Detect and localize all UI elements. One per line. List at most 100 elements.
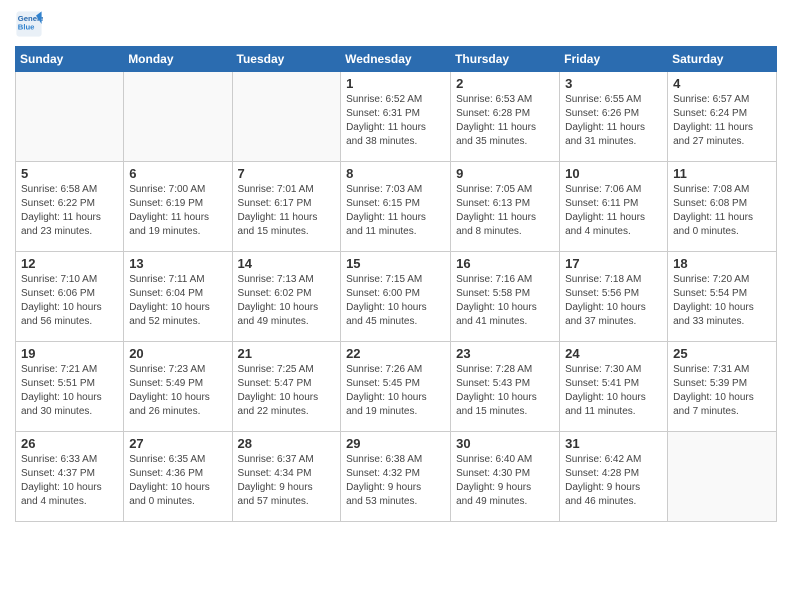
day-info: Sunrise: 7:23 AM Sunset: 5:49 PM Dayligh… <box>129 363 226 419</box>
day-info: Sunrise: 7:26 AM Sunset: 5:45 PM Dayligh… <box>346 363 445 419</box>
weekday-thursday: Thursday <box>451 47 560 72</box>
calendar-cell: 14 Sunrise: 7:13 AM Sunset: 6:02 PM Dayli… <box>232 252 341 342</box>
calendar-cell: 30 Sunrise: 6:40 AM Sunset: 4:30 PM Dayli… <box>451 432 560 522</box>
day-info: Sunrise: 7:05 AM Sunset: 6:13 PM Dayligh… <box>456 183 554 239</box>
calendar-cell <box>232 72 341 162</box>
day-info: Sunrise: 7:18 AM Sunset: 5:56 PM Dayligh… <box>565 273 662 329</box>
day-number: 31 <box>565 436 662 451</box>
day-info: Sunrise: 6:33 AM Sunset: 4:37 PM Dayligh… <box>21 453 118 509</box>
calendar-cell: 7 Sunrise: 7:01 AM Sunset: 6:17 PM Daylig… <box>232 162 341 252</box>
day-info: Sunrise: 7:16 AM Sunset: 5:58 PM Dayligh… <box>456 273 554 329</box>
day-info: Sunrise: 7:25 AM Sunset: 5:47 PM Dayligh… <box>238 363 336 419</box>
calendar-cell: 11 Sunrise: 7:08 AM Sunset: 6:08 PM Dayli… <box>668 162 777 252</box>
calendar-cell <box>124 72 232 162</box>
calendar-table: SundayMondayTuesdayWednesdayThursdayFrid… <box>15 46 777 522</box>
day-number: 25 <box>673 346 771 361</box>
day-number: 16 <box>456 256 554 271</box>
day-info: Sunrise: 7:31 AM Sunset: 5:39 PM Dayligh… <box>673 363 771 419</box>
calendar-cell: 16 Sunrise: 7:16 AM Sunset: 5:58 PM Dayli… <box>451 252 560 342</box>
day-number: 13 <box>129 256 226 271</box>
calendar-cell: 25 Sunrise: 7:31 AM Sunset: 5:39 PM Dayli… <box>668 342 777 432</box>
day-number: 4 <box>673 76 771 91</box>
calendar-cell: 21 Sunrise: 7:25 AM Sunset: 5:47 PM Dayli… <box>232 342 341 432</box>
day-number: 8 <box>346 166 445 181</box>
calendar-cell: 12Sunrise: 7:10 AM Sunset: 6:06 PM Dayli… <box>16 252 124 342</box>
calendar-cell: 13Sunrise: 7:11 AM Sunset: 6:04 PM Dayli… <box>124 252 232 342</box>
day-number: 24 <box>565 346 662 361</box>
logo-area: General Blue <box>15 10 47 38</box>
day-number: 30 <box>456 436 554 451</box>
day-number: 26 <box>21 436 118 451</box>
weekday-sunday: Sunday <box>16 47 124 72</box>
calendar-cell: 28 Sunrise: 6:37 AM Sunset: 4:34 PM Dayli… <box>232 432 341 522</box>
calendar-cell: 2 Sunrise: 6:53 AM Sunset: 6:28 PM Daylig… <box>451 72 560 162</box>
day-info: Sunrise: 6:55 AM Sunset: 6:26 PM Dayligh… <box>565 93 662 149</box>
day-number: 27 <box>129 436 226 451</box>
day-info: Sunrise: 6:52 AM Sunset: 6:31 PM Dayligh… <box>346 93 445 149</box>
day-number: 2 <box>456 76 554 91</box>
calendar-cell: 24 Sunrise: 7:30 AM Sunset: 5:41 PM Dayli… <box>560 342 668 432</box>
calendar-week-2: 5 Sunrise: 6:58 AM Sunset: 6:22 PM Daylig… <box>16 162 777 252</box>
weekday-monday: Monday <box>124 47 232 72</box>
day-info: Sunrise: 7:01 AM Sunset: 6:17 PM Dayligh… <box>238 183 336 239</box>
calendar-cell: 15Sunrise: 7:15 AM Sunset: 6:00 PM Dayli… <box>341 252 451 342</box>
day-number: 17 <box>565 256 662 271</box>
day-number: 10 <box>565 166 662 181</box>
day-number: 5 <box>21 166 118 181</box>
day-number: 20 <box>129 346 226 361</box>
day-number: 22 <box>346 346 445 361</box>
day-number: 21 <box>238 346 336 361</box>
day-info: Sunrise: 6:58 AM Sunset: 6:22 PM Dayligh… <box>21 183 118 239</box>
day-info: Sunrise: 6:38 AM Sunset: 4:32 PM Dayligh… <box>346 453 445 509</box>
calendar-cell: 31 Sunrise: 6:42 AM Sunset: 4:28 PM Dayli… <box>560 432 668 522</box>
svg-text:Blue: Blue <box>18 23 35 32</box>
day-info: Sunrise: 6:35 AM Sunset: 4:36 PM Dayligh… <box>129 453 226 509</box>
day-number: 14 <box>238 256 336 271</box>
day-info: Sunrise: 6:53 AM Sunset: 6:28 PM Dayligh… <box>456 93 554 149</box>
day-info: Sunrise: 7:28 AM Sunset: 5:43 PM Dayligh… <box>456 363 554 419</box>
day-number: 3 <box>565 76 662 91</box>
day-info: Sunrise: 7:10 AM Sunset: 6:06 PM Dayligh… <box>21 273 118 329</box>
day-number: 6 <box>129 166 226 181</box>
day-info: Sunrise: 6:57 AM Sunset: 6:24 PM Dayligh… <box>673 93 771 149</box>
calendar-cell: 6 Sunrise: 7:00 AM Sunset: 6:19 PM Daylig… <box>124 162 232 252</box>
day-number: 7 <box>238 166 336 181</box>
calendar-cell: 4 Sunrise: 6:57 AM Sunset: 6:24 PM Daylig… <box>668 72 777 162</box>
calendar-cell: 8Sunrise: 7:03 AM Sunset: 6:15 PM Daylig… <box>341 162 451 252</box>
calendar-cell: 18 Sunrise: 7:20 AM Sunset: 5:54 PM Dayli… <box>668 252 777 342</box>
day-number: 23 <box>456 346 554 361</box>
calendar-cell: 1Sunrise: 6:52 AM Sunset: 6:31 PM Daylig… <box>341 72 451 162</box>
weekday-header-row: SundayMondayTuesdayWednesdayThursdayFrid… <box>16 47 777 72</box>
calendar-week-1: 1Sunrise: 6:52 AM Sunset: 6:31 PM Daylig… <box>16 72 777 162</box>
day-info: Sunrise: 7:08 AM Sunset: 6:08 PM Dayligh… <box>673 183 771 239</box>
day-info: Sunrise: 6:37 AM Sunset: 4:34 PM Dayligh… <box>238 453 336 509</box>
calendar-week-3: 12Sunrise: 7:10 AM Sunset: 6:06 PM Dayli… <box>16 252 777 342</box>
day-number: 18 <box>673 256 771 271</box>
logo-icon: General Blue <box>15 10 43 38</box>
weekday-tuesday: Tuesday <box>232 47 341 72</box>
day-info: Sunrise: 6:40 AM Sunset: 4:30 PM Dayligh… <box>456 453 554 509</box>
day-info: Sunrise: 7:30 AM Sunset: 5:41 PM Dayligh… <box>565 363 662 419</box>
page-container: General Blue SundayMondayTuesdayWednesda… <box>15 10 777 522</box>
calendar-cell: 19 Sunrise: 7:21 AM Sunset: 5:51 PM Dayli… <box>16 342 124 432</box>
day-number: 9 <box>456 166 554 181</box>
calendar-cell: 3 Sunrise: 6:55 AM Sunset: 6:26 PM Daylig… <box>560 72 668 162</box>
day-number: 28 <box>238 436 336 451</box>
day-number: 15 <box>346 256 445 271</box>
weekday-saturday: Saturday <box>668 47 777 72</box>
calendar-cell: 5 Sunrise: 6:58 AM Sunset: 6:22 PM Daylig… <box>16 162 124 252</box>
day-info: Sunrise: 7:21 AM Sunset: 5:51 PM Dayligh… <box>21 363 118 419</box>
day-info: Sunrise: 7:13 AM Sunset: 6:02 PM Dayligh… <box>238 273 336 329</box>
day-number: 11 <box>673 166 771 181</box>
day-info: Sunrise: 6:42 AM Sunset: 4:28 PM Dayligh… <box>565 453 662 509</box>
weekday-friday: Friday <box>560 47 668 72</box>
day-info: Sunrise: 7:00 AM Sunset: 6:19 PM Dayligh… <box>129 183 226 239</box>
day-info: Sunrise: 7:06 AM Sunset: 6:11 PM Dayligh… <box>565 183 662 239</box>
calendar-cell: 23 Sunrise: 7:28 AM Sunset: 5:43 PM Dayli… <box>451 342 560 432</box>
calendar-cell: 22 Sunrise: 7:26 AM Sunset: 5:45 PM Dayli… <box>341 342 451 432</box>
day-info: Sunrise: 7:20 AM Sunset: 5:54 PM Dayligh… <box>673 273 771 329</box>
day-number: 19 <box>21 346 118 361</box>
header: General Blue <box>15 10 777 38</box>
calendar-cell: 29Sunrise: 6:38 AM Sunset: 4:32 PM Dayli… <box>341 432 451 522</box>
calendar-cell <box>16 72 124 162</box>
